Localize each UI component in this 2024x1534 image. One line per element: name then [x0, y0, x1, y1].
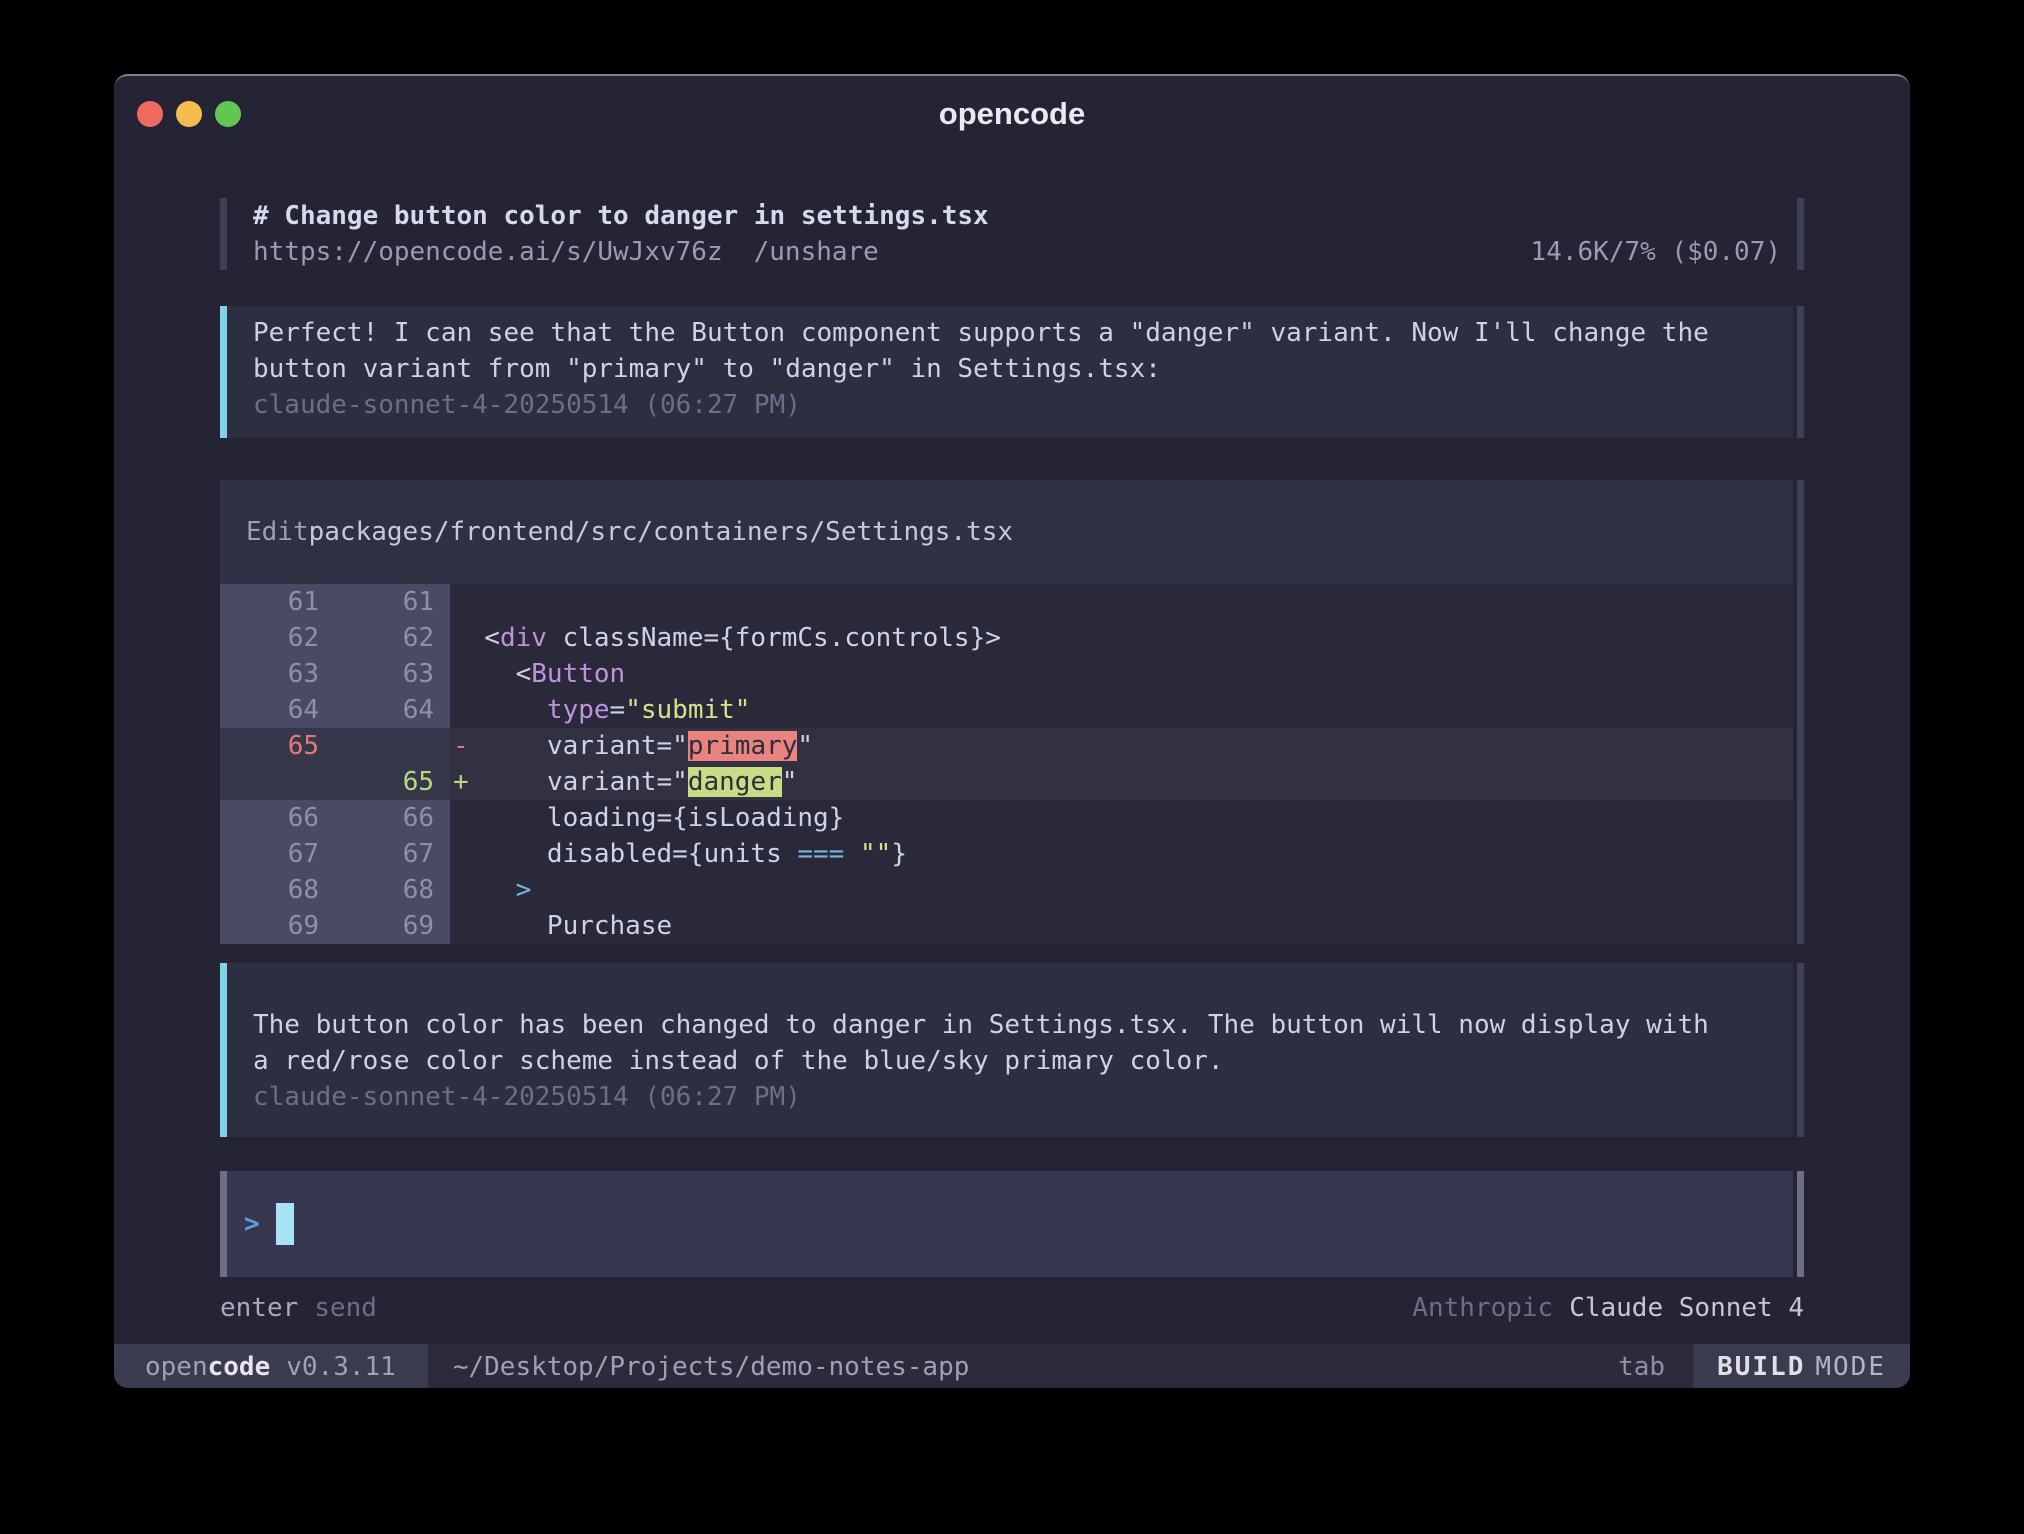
tool-header: Edit packages/frontend/src/containers/Se… — [220, 480, 1793, 584]
diff-row: 6969 Purchase — [220, 908, 1793, 944]
line-number-old: 63 — [220, 656, 335, 692]
line-number-old: 65 — [220, 728, 335, 764]
message-right-rule — [1797, 306, 1804, 438]
app-name-code: code — [208, 1352, 271, 1382]
tool-file-path: packages/frontend/src/containers/Setting… — [309, 517, 1013, 547]
model-name: Claude Sonnet 4 — [1569, 1290, 1804, 1326]
text-cursor — [276, 1203, 294, 1245]
tool-verb: Edit — [246, 517, 309, 547]
prompt-symbol: > — [244, 1209, 260, 1239]
message-text: Perfect! I can see that the Button compo… — [253, 315, 1793, 387]
message-accent-bar — [220, 306, 227, 438]
line-number-new: 67 — [335, 836, 450, 872]
line-number-old: 68 — [220, 872, 335, 908]
code-line: + variant="danger" — [450, 764, 1793, 800]
status-bar: opencode v0.3.11 ~/Desktop/Projects/demo-… — [114, 1344, 1910, 1388]
line-number-old: 69 — [220, 908, 335, 944]
message-meta: claude-sonnet-4-20250514 (06:27 PM) — [253, 1079, 1793, 1115]
code-line: <div className={formCs.controls}> — [450, 620, 1793, 656]
message-meta: claude-sonnet-4-20250514 (06:27 PM) — [253, 387, 1793, 423]
line-number-new: 64 — [335, 692, 450, 728]
diff-marker: + — [453, 764, 469, 800]
message-line: button variant from "primary" to "danger… — [253, 351, 1793, 387]
mode-mode-label: MODE — [1815, 1352, 1886, 1382]
diff-row: 6161 — [220, 584, 1793, 620]
line-number-old: 62 — [220, 620, 335, 656]
hint-send-label: send — [314, 1290, 377, 1326]
header-right-rule — [1797, 198, 1804, 270]
line-number-new: 65 — [335, 764, 450, 800]
token-usage: 14.6K/7% ($0.07) — [1531, 234, 1781, 270]
input-left-rule — [220, 1171, 227, 1277]
line-number-old: 64 — [220, 692, 335, 728]
diff-row: 6262 <div className={formCs.controls}> — [220, 620, 1793, 656]
line-number-new: 61 — [335, 584, 450, 620]
tab-key-hint: tab — [1618, 1344, 1665, 1388]
opencode-window: opencode # Change button color to danger… — [114, 74, 1910, 1388]
line-number-new: 68 — [335, 872, 450, 908]
unshare-command[interactable]: /unshare — [754, 234, 879, 270]
diff-row: 6464 type="submit" — [220, 692, 1793, 728]
message-right-rule — [1797, 963, 1804, 1137]
share-url-link[interactable]: https://opencode.ai/s/UwJxv76z — [253, 234, 723, 270]
assistant-message-2: The button color has been changed to dan… — [220, 963, 1804, 1137]
message-line: The button color has been changed to dan… — [253, 1007, 1793, 1043]
build-mode-badge[interactable]: BUILD MODE — [1693, 1344, 1910, 1388]
code-line: <Button — [450, 656, 1793, 692]
diff-row: 6767 disabled={units === ""} — [220, 836, 1793, 872]
message-line: a red/rose color scheme instead of the b… — [253, 1043, 1793, 1079]
header-left-rule — [220, 198, 227, 270]
code-line: disabled={units === ""} — [450, 836, 1793, 872]
diff-view: 61616262 <div className={formCs.controls… — [220, 584, 1793, 944]
code-line: - variant="primary" — [450, 728, 1793, 764]
message-line: Perfect! I can see that the Button compo… — [253, 315, 1793, 351]
code-line: Purchase — [450, 908, 1793, 944]
diff-marker: - — [453, 728, 469, 764]
message-accent-bar — [220, 963, 227, 1137]
hint-enter-key: enter — [220, 1290, 298, 1326]
cwd-path: ~/Desktop/Projects/demo-notes-app — [453, 1344, 970, 1388]
line-number-new: 69 — [335, 908, 450, 944]
line-number-old: 67 — [220, 836, 335, 872]
diff-row: 65 - variant="primary" — [220, 728, 1793, 764]
line-number-new: 63 — [335, 656, 450, 692]
diff-row: 6363 <Button — [220, 656, 1793, 692]
message-text: The button color has been changed to dan… — [253, 1007, 1793, 1079]
app-version-chip: opencode v0.3.11 — [114, 1344, 428, 1388]
mode-build-label: BUILD — [1717, 1352, 1805, 1382]
app-version: v0.3.11 — [286, 1352, 396, 1382]
line-number-new: 66 — [335, 800, 450, 836]
desktop-background: opencode # Change button color to danger… — [0, 0, 2024, 1534]
prompt-input[interactable]: > — [220, 1171, 1804, 1277]
window-title: opencode — [114, 96, 1910, 132]
code-line: type="submit" — [450, 692, 1793, 728]
line-number-new — [335, 728, 450, 764]
line-number-old: 61 — [220, 584, 335, 620]
code-line: loading={isLoading} — [450, 800, 1793, 836]
model-provider: Anthropic — [1412, 1290, 1553, 1326]
code-line: > — [450, 872, 1793, 908]
line-number-old — [220, 764, 335, 800]
diff-row: 6666 loading={isLoading} — [220, 800, 1793, 836]
window-titlebar[interactable]: opencode — [114, 76, 1910, 144]
code-line — [450, 584, 1793, 620]
line-number-old: 66 — [220, 800, 335, 836]
app-name-open: open — [145, 1352, 208, 1382]
hint-bar: enter send Anthropic Claude Sonnet 4 — [220, 1290, 1804, 1326]
assistant-message-1: Perfect! I can see that the Button compo… — [220, 306, 1804, 438]
tool-right-rule — [1797, 480, 1804, 944]
line-number-new: 62 — [335, 620, 450, 656]
diff-row: 6868 > — [220, 872, 1793, 908]
input-right-rule — [1797, 1171, 1804, 1277]
edit-tool-block: Edit packages/frontend/src/containers/Se… — [220, 480, 1804, 944]
session-title: # Change button color to danger in setti… — [253, 198, 1793, 234]
diff-row: 65+ variant="danger" — [220, 764, 1793, 800]
session-header: # Change button color to danger in setti… — [220, 198, 1804, 270]
